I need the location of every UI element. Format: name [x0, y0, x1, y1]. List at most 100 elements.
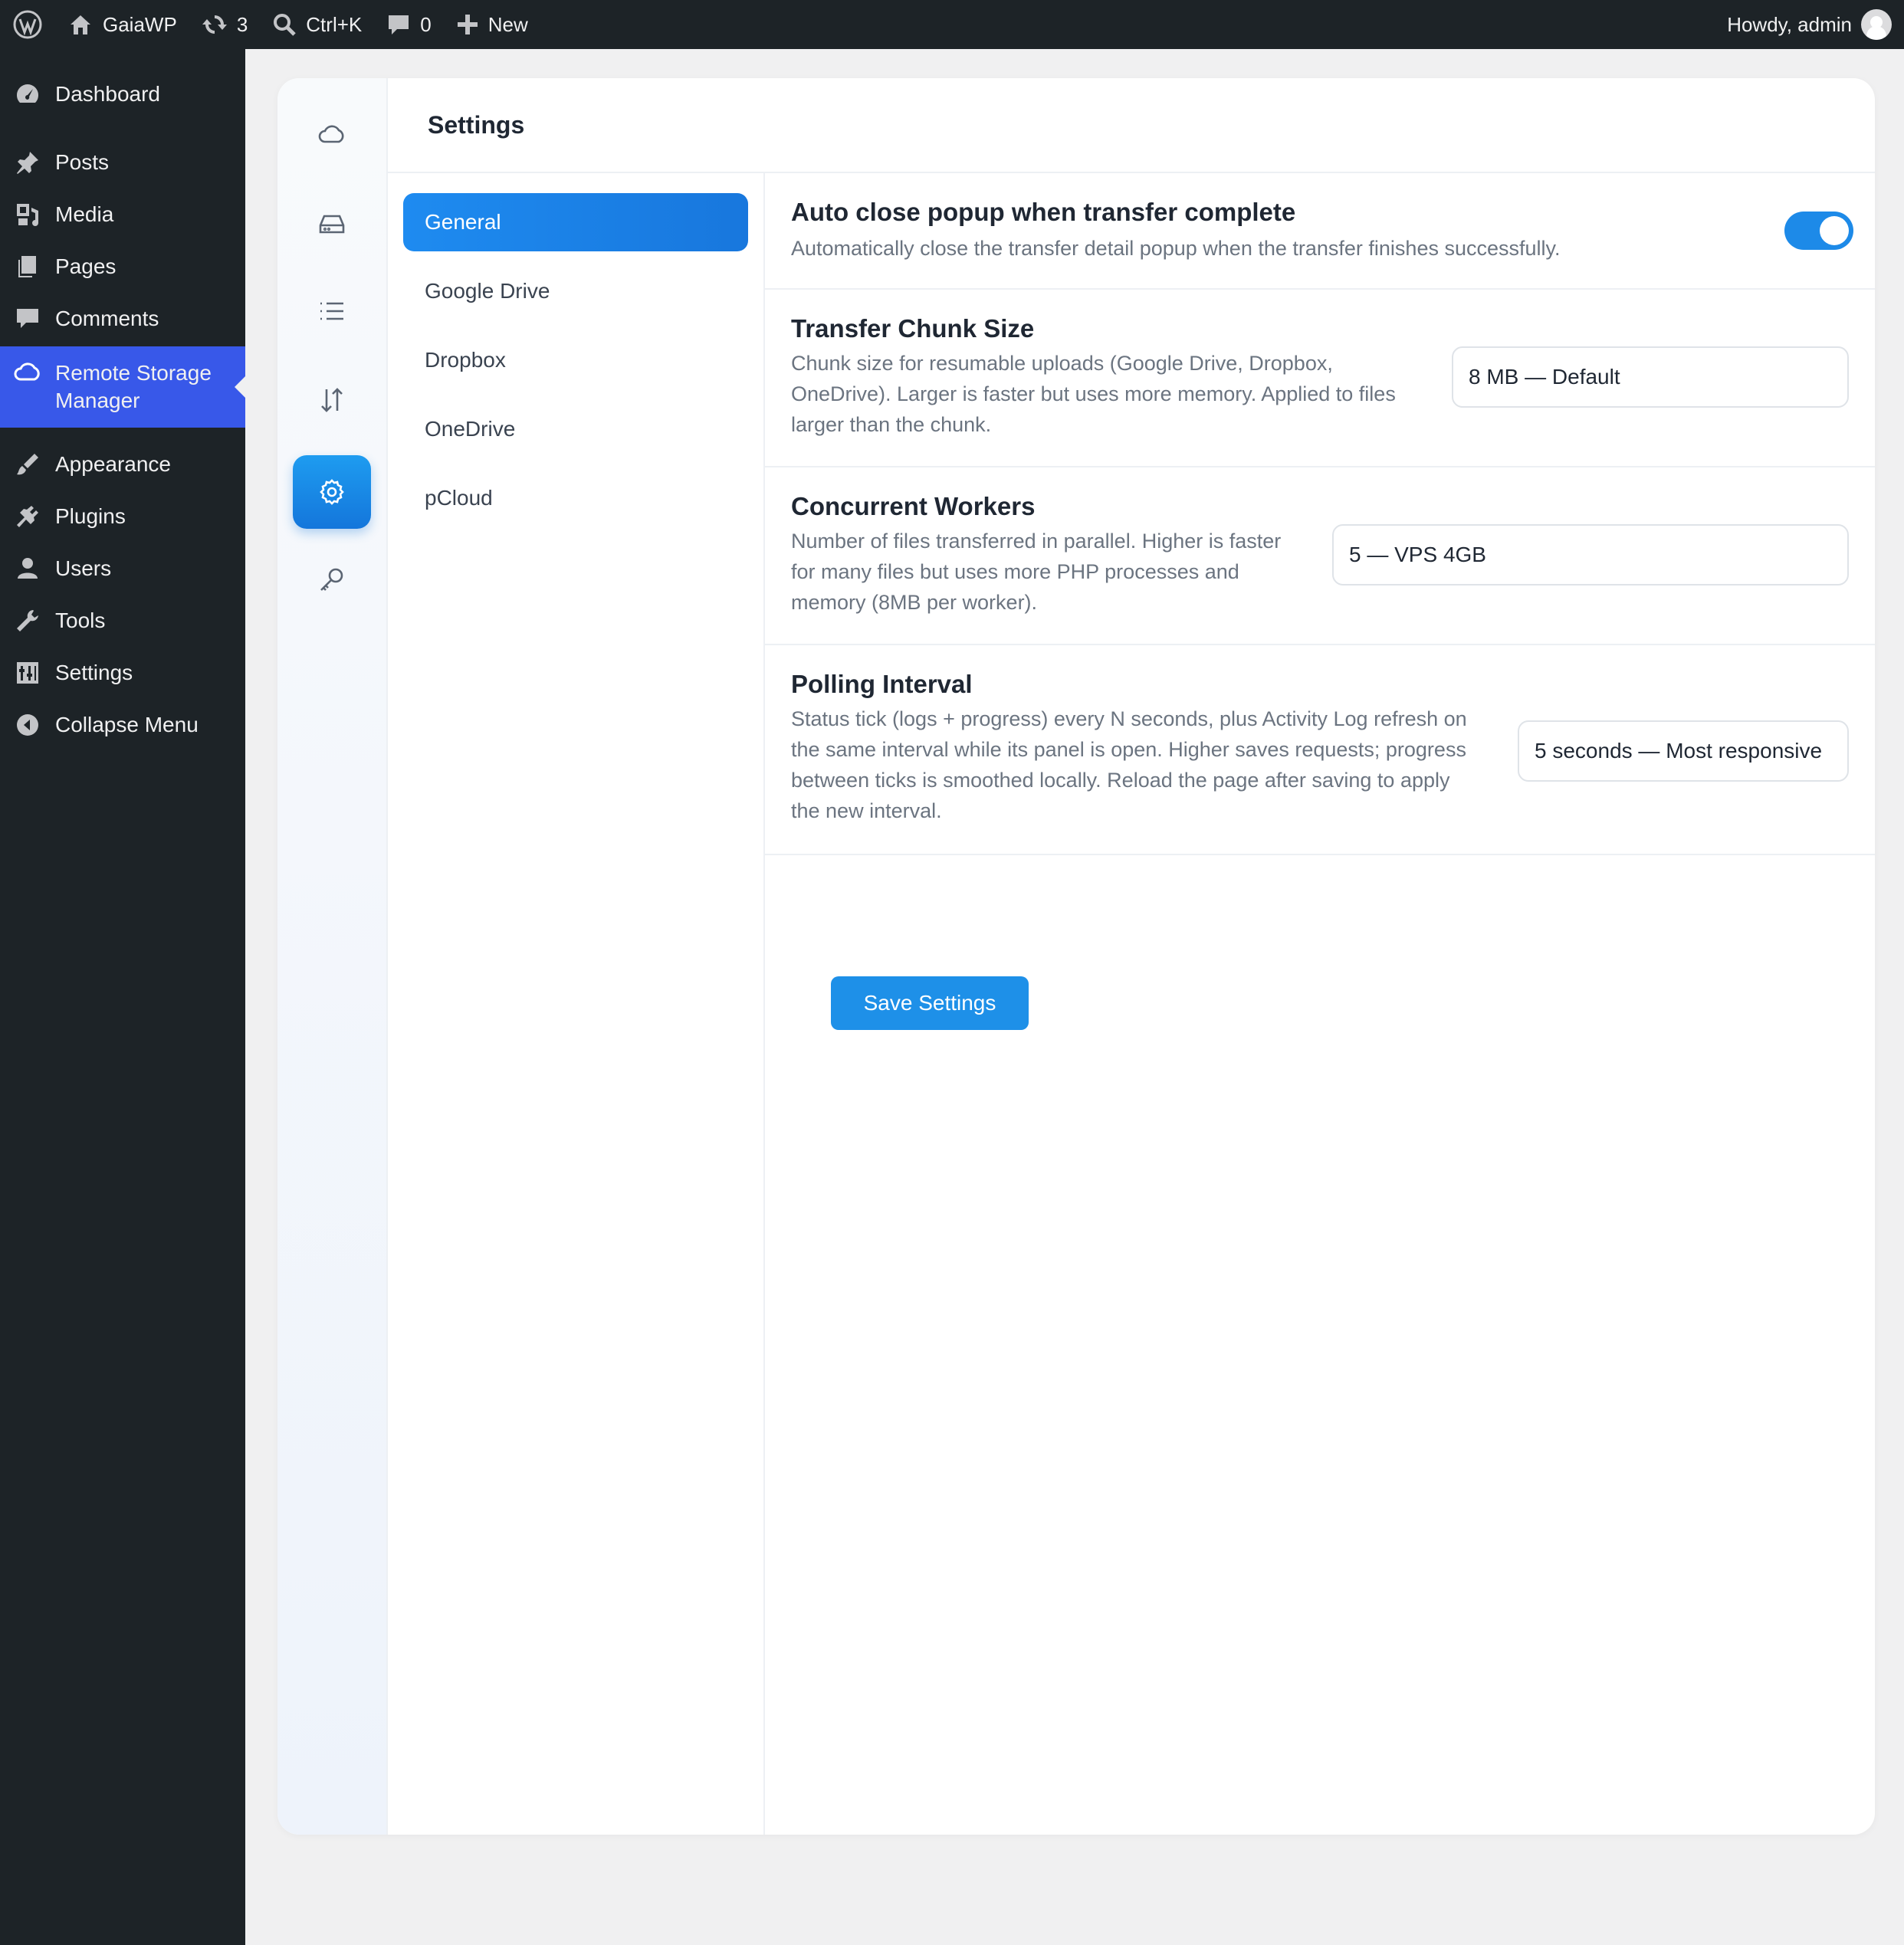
auto-close-desc: Automatically close the transfer detail … — [791, 237, 1561, 260]
menu-dashboard[interactable]: Dashboard — [0, 69, 245, 120]
transfer-arrows-icon — [321, 388, 343, 412]
menu-appearance-label: Appearance — [55, 452, 172, 476]
collapse-menu-label: Collapse Menu — [55, 713, 199, 736]
comments-link[interactable]: 0 — [374, 0, 443, 49]
avatar — [1861, 9, 1892, 40]
user-icon — [0, 556, 55, 582]
collapse-menu-button[interactable]: Collapse Menu — [0, 700, 245, 749]
rail-settings-button[interactable] — [293, 455, 371, 529]
workers-value: 5 — VPS 4GB — [1349, 543, 1486, 566]
auto-close-toggle[interactable] — [1784, 212, 1853, 250]
rail-license-button[interactable] — [293, 543, 371, 616]
chunk-size-desc: Chunk size for resumable uploads (Google… — [791, 348, 1396, 440]
list-icon — [320, 302, 343, 320]
menu-remote-storage-label-1: Remote Storage — [55, 361, 212, 385]
comments-count: 0 — [420, 12, 432, 36]
comment-icon — [389, 15, 409, 34]
subnav-onedrive[interactable]: OneDrive — [403, 400, 748, 458]
chunk-size-select[interactable]: 8 MB — Default — [1452, 346, 1849, 408]
menu-users-label: Users — [55, 556, 112, 580]
workers-desc-line: memory (8MB per worker). — [791, 591, 1038, 614]
polling-desc-line: the same interval while its panel is ope… — [791, 738, 1466, 761]
menu-users[interactable]: Users — [0, 544, 245, 593]
settings-card: Settings General Google Drive Dropbox On… — [277, 78, 1875, 1835]
menu-media-label: Media — [55, 202, 114, 226]
admin-menu: Dashboard Posts Media Pages Comments Rem… — [0, 49, 245, 1945]
dashboard-icon — [0, 81, 55, 107]
plugin-icon — [0, 503, 55, 530]
plus-icon — [457, 15, 478, 34]
brush-icon — [0, 451, 55, 477]
workers-desc: Number of files transferred in parallel.… — [791, 526, 1281, 618]
menu-settings-label: Settings — [55, 661, 133, 684]
menu-media[interactable]: Media — [0, 190, 245, 239]
polling-desc-line: between ticks is smoothed locally. Reloa… — [791, 769, 1450, 792]
subnav-general[interactable]: General — [403, 193, 748, 251]
menu-pages[interactable]: Pages — [0, 242, 245, 291]
media-icon — [0, 202, 55, 228]
gear-icon — [320, 479, 344, 505]
wordpress-icon — [13, 10, 42, 39]
polling-desc-line: Status tick (logs + progress) every N se… — [791, 707, 1467, 730]
updates-link[interactable]: 3 — [189, 0, 260, 49]
pin-icon — [0, 149, 55, 175]
collapse-icon — [0, 712, 55, 738]
search-shortcut[interactable]: Ctrl+K — [260, 0, 374, 49]
updates-icon — [202, 15, 227, 34]
workers-title: Concurrent Workers — [791, 492, 1036, 520]
new-label: New — [487, 12, 528, 36]
polling-value: 5 seconds — Most responsive — [1535, 739, 1823, 763]
search-shortcut-label: Ctrl+K — [306, 12, 363, 36]
polling-desc: Status tick (logs + progress) every N se… — [791, 704, 1467, 826]
comments-icon — [0, 306, 55, 332]
home-icon — [71, 15, 90, 34]
settings-sliders-icon — [0, 660, 55, 686]
menu-posts-label: Posts — [55, 150, 110, 174]
setting-auto-close: Auto close popup when transfer complete … — [765, 173, 1875, 290]
menu-appearance[interactable]: Appearance — [0, 440, 245, 489]
updates-count: 3 — [236, 12, 248, 36]
menu-pages-label: Pages — [55, 254, 117, 278]
account-menu[interactable]: Howdy, admin — [1715, 0, 1904, 49]
menu-tools-label: Tools — [55, 608, 106, 632]
cloud-icon — [0, 360, 55, 383]
save-settings-button[interactable]: Save Settings — [831, 976, 1029, 1030]
rail-transfer-button[interactable] — [293, 363, 371, 437]
menu-remote-storage-manager[interactable]: Remote Storage Manager — [0, 346, 245, 428]
menu-comments[interactable]: Comments — [0, 294, 245, 343]
subnav-onedrive-label: OneDrive — [425, 417, 516, 441]
page-header: Settings — [388, 78, 1875, 173]
icon-rail — [277, 78, 388, 1835]
menu-settings[interactable]: Settings — [0, 648, 245, 697]
polling-desc-line: the new interval. — [791, 799, 942, 822]
site-name: GaiaWP — [103, 12, 177, 36]
key-icon — [320, 568, 343, 591]
workers-select[interactable]: 5 — VPS 4GB — [1332, 524, 1849, 585]
search-icon — [274, 14, 297, 36]
subnav-google-drive-label: Google Drive — [425, 279, 550, 303]
rail-cloud-button[interactable] — [293, 98, 371, 172]
settings-subnav: General Google Drive Dropbox OneDrive pC… — [388, 173, 765, 1835]
rail-storage-button[interactable] — [293, 187, 371, 261]
menu-posts[interactable]: Posts — [0, 138, 245, 187]
site-name-link[interactable]: GaiaWP — [55, 0, 189, 49]
polling-select[interactable]: 5 seconds — Most responsive — [1518, 720, 1849, 782]
menu-plugins[interactable]: Plugins — [0, 492, 245, 541]
pages-icon — [0, 254, 55, 280]
workers-desc-line: for many files but uses more PHP process… — [791, 560, 1239, 583]
subnav-pcloud-label: pCloud — [425, 486, 493, 510]
subnav-google-drive[interactable]: Google Drive — [403, 262, 748, 320]
rail-list-button[interactable] — [293, 274, 371, 348]
wordpress-logo-button[interactable] — [0, 0, 55, 49]
subnav-pcloud[interactable]: pCloud — [403, 469, 748, 527]
chunk-size-desc-line: larger than the chunk. — [791, 413, 992, 436]
chunk-size-value: 8 MB — Default — [1469, 365, 1620, 389]
cloud-icon — [318, 125, 344, 143]
subnav-dropbox[interactable]: Dropbox — [403, 331, 748, 389]
new-content-link[interactable]: New — [444, 0, 540, 49]
subnav-general-label: General — [425, 210, 501, 234]
chunk-size-desc-line: OneDrive). Larger is faster but uses mor… — [791, 382, 1396, 405]
chunk-size-desc-line: Chunk size for resumable uploads (Google… — [791, 352, 1333, 375]
menu-tools[interactable]: Tools — [0, 596, 245, 645]
setting-polling-interval: Polling Interval Status tick (logs + pro… — [765, 645, 1875, 855]
